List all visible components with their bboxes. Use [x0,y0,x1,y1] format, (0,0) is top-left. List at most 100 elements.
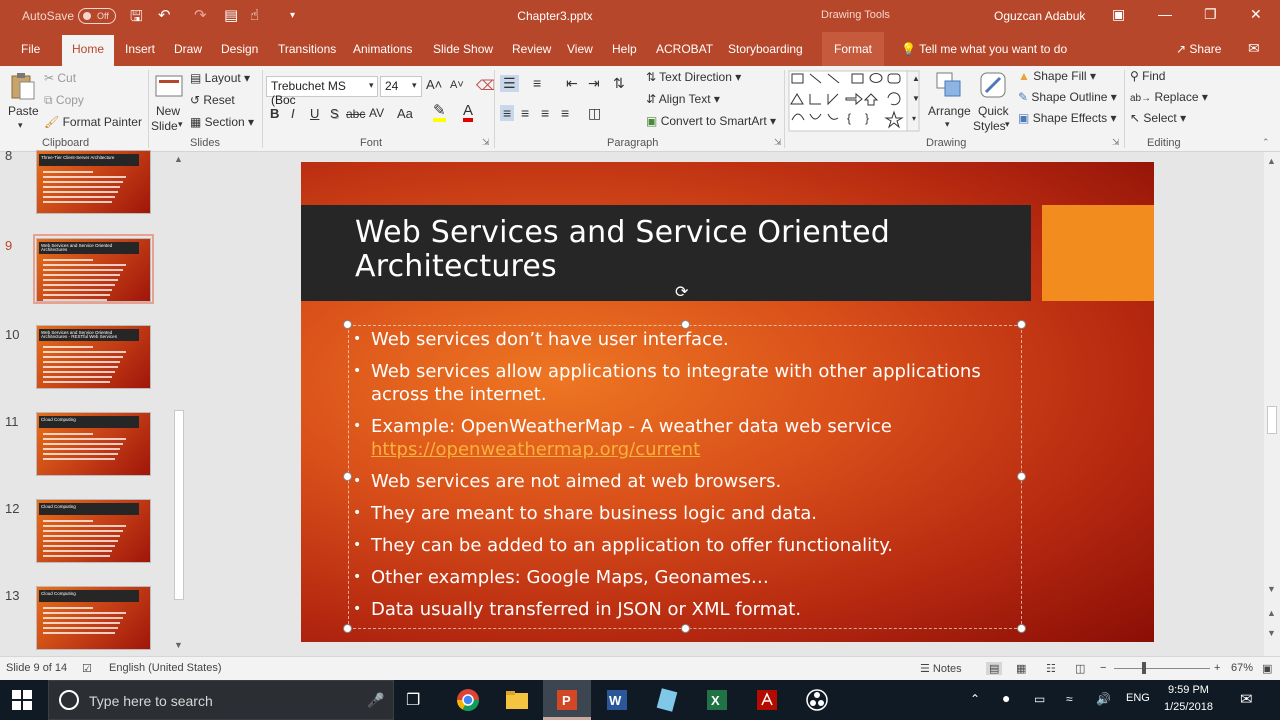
italic-button[interactable]: I [291,106,295,121]
font-size-dropdown-icon[interactable]: ▾ [412,80,417,91]
content-placeholder[interactable]: Web services don’t have user interface. … [353,328,993,630]
volume-icon[interactable]: 🔊 [1096,692,1111,706]
convert-smartart-button[interactable]: ▣ Convert to SmartArt ▾ [646,114,776,128]
tab-home[interactable]: Home [62,35,115,66]
tab-design[interactable]: Design [221,42,258,56]
show-hidden-icons[interactable]: ⌃ [970,692,980,706]
replace-button[interactable]: ab→ Replace ▾ [1130,90,1208,104]
highlight-color-icon[interactable]: ✎ [433,103,446,122]
arrange-dropdown-icon[interactable]: ▾ [945,119,950,130]
restore-button[interactable]: ❐ [1204,6,1217,23]
previous-slide-icon[interactable]: ▲ [1267,608,1276,618]
slide-thumbnail[interactable]: Cloud Computing [36,586,151,650]
ribbon-display-icon[interactable]: ▣ [1112,6,1125,23]
find-button[interactable]: ⚲ Find [1130,69,1165,83]
tab-review[interactable]: Review [512,42,551,56]
tell-me-search[interactable]: 💡 Tell me what you want to do [901,42,1067,56]
slide-thumbnail[interactable]: Cloud Computing [36,499,151,563]
tab-file[interactable]: File [21,42,40,56]
tab-insert[interactable]: Insert [125,42,155,56]
chrome-icon[interactable] [456,688,480,712]
justify-icon[interactable]: ≡ [561,105,569,121]
gallery-more-icon[interactable]: ▾ [912,114,916,123]
zoom-slider-thumb[interactable] [1142,662,1146,674]
close-button[interactable]: ✕ [1250,6,1262,23]
scroll-thumb[interactable] [174,410,184,600]
slide-thumbnail[interactable]: Cloud Computing [36,412,151,476]
shape-effects-button[interactable]: ▣ Shape Effects ▾ [1018,111,1117,125]
increase-font-icon[interactable]: A˄ [426,77,442,92]
zoom-out-icon[interactable]: − [1100,662,1106,674]
minimize-button[interactable]: — [1158,6,1172,22]
obs-icon[interactable] [805,688,829,712]
strikethrough-button[interactable]: abc [346,107,365,121]
align-center-icon[interactable]: ≡ [521,105,529,121]
new-slide-label-2[interactable]: Slide [151,119,178,133]
editor-scroll-thumb[interactable] [1267,406,1277,434]
action-center-icon[interactable]: ✉ [1240,690,1253,708]
drawing-dialog-launcher-icon[interactable]: ⇲ [1112,137,1120,148]
quick-styles-icon[interactable] [978,70,1008,100]
tab-acrobat[interactable]: ACROBAT [656,42,713,56]
openweathermap-link[interactable]: https://openweathermap.org/current [371,438,993,461]
slide-title[interactable]: Web Services and Service Oriented Archit… [355,216,995,284]
tab-slide-show[interactable]: Slide Show [433,42,493,56]
acrobat-icon[interactable] [755,688,779,712]
wifi-icon[interactable]: ≈ [1066,692,1073,706]
increase-indent-icon[interactable]: ⇥ [588,75,600,92]
reset-button[interactable]: ↺ Reset [190,93,235,107]
zoom-level[interactable]: 67% [1231,662,1253,674]
shape-fill-button[interactable]: ▲ Shape Fill ▾ [1018,69,1096,83]
gallery-up-icon[interactable]: ▲ [912,74,920,83]
file-explorer-icon[interactable] [505,688,529,712]
collapse-ribbon-icon[interactable]: ⌃ [1262,137,1270,148]
slide-thumbnail[interactable]: Web Services and Service Oriented Archit… [36,325,151,389]
zoom-in-icon[interactable]: + [1214,662,1220,674]
slide-canvas[interactable]: Web Services and Service Oriented Archit… [301,162,1154,642]
font-name-select[interactable]: Trebuchet MS (Boc [266,76,378,107]
slide-sorter-icon[interactable]: ▦ [1016,662,1026,675]
thumbnails-scrollbar[interactable]: ▲ ▼ [172,154,186,652]
slide-show-icon[interactable]: ◫ [1075,662,1085,675]
numbering-icon[interactable]: ≡ [533,75,541,91]
layout-button[interactable]: ▤ Layout ▾ [190,71,250,85]
rotate-handle-icon[interactable]: ⟳ [675,282,688,302]
format-painter-button[interactable]: 🖌 Format Painter [44,115,142,129]
tab-format[interactable]: Format [822,32,885,66]
tab-transitions[interactable]: Transitions [278,42,336,56]
arrange-label[interactable]: Arrange [928,104,971,118]
align-right-icon[interactable]: ≡ [541,105,549,121]
bold-button[interactable]: B [270,106,279,121]
font-color-icon[interactable]: A [463,103,474,122]
resize-handle-r[interactable] [1017,472,1026,481]
user-name[interactable]: Oguzcan Adabuk [994,9,1085,23]
shadow-button[interactable]: S [330,106,339,121]
character-spacing-button[interactable]: AV [369,106,384,120]
scroll-up-icon[interactable]: ▲ [174,154,183,164]
input-language[interactable]: ENG [1126,692,1150,704]
align-text-button[interactable]: ⇵ Align Text ▾ [646,92,720,106]
normal-view-icon[interactable]: ▤ [986,662,1003,675]
shapes-gallery[interactable]: {} [788,70,920,132]
reading-view-icon[interactable]: ☷ [1046,662,1056,675]
quick-styles-label-2[interactable]: Styles [973,119,1006,133]
battery-icon[interactable]: ▭ [1034,692,1045,706]
notes-button[interactable]: ☰ Notes [920,662,962,675]
editor-scroll-up-icon[interactable]: ▲ [1267,156,1276,166]
new-slide-dropdown-icon[interactable]: ▾ [178,119,183,130]
tab-view[interactable]: View [567,42,593,56]
fit-slide-icon[interactable]: ▣ [1262,662,1272,675]
section-button[interactable]: ▦ Section ▾ [190,115,254,129]
line-spacing-icon[interactable]: ⇅ [613,75,625,92]
quick-styles-dropdown-icon[interactable]: ▾ [1005,119,1010,130]
arrange-icon[interactable] [934,70,964,100]
decrease-font-icon[interactable]: A˅ [450,79,464,91]
taskbar-search-box[interactable]: Type here to search 🎤 [48,680,394,720]
shape-outline-button[interactable]: ✎ Shape Outline ▾ [1018,90,1117,104]
text-direction-button[interactable]: ⇅ Text Direction ▾ [646,70,741,84]
spell-check-icon[interactable]: ☑ [82,662,92,675]
windows-start-icon[interactable] [12,690,32,710]
gallery-down-icon[interactable]: ▼ [912,94,920,103]
word-icon[interactable]: W [605,688,629,712]
paragraph-dialog-launcher-icon[interactable]: ⇲ [774,137,782,148]
